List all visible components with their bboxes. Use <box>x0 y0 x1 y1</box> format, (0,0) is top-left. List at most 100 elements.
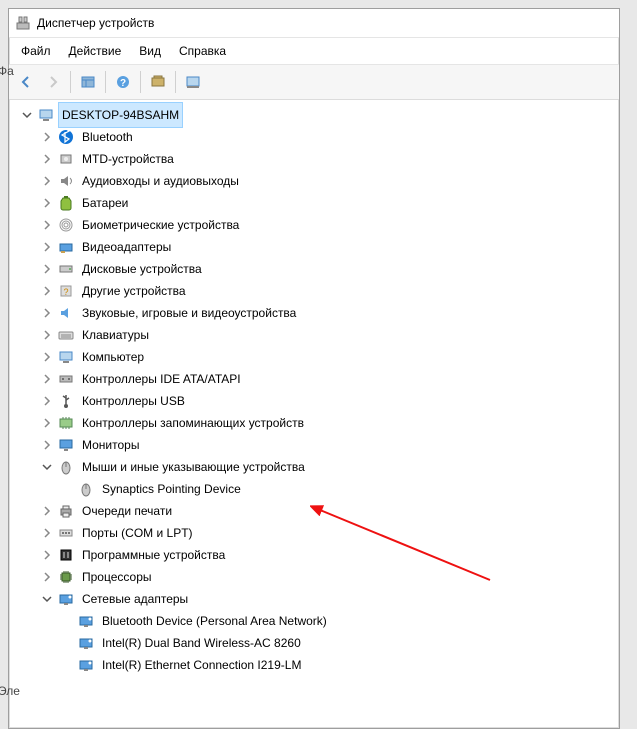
expand-toggle[interactable] <box>39 129 55 145</box>
expand-toggle[interactable] <box>39 547 55 563</box>
tree-node-label: Synaptics Pointing Device <box>99 477 244 501</box>
toolbar-separator <box>140 71 141 93</box>
tree-node-label: MTD-устройства <box>79 147 177 171</box>
tree-node-label: Дисковые устройства <box>79 257 205 281</box>
tree-node-label: Биометрические устройства <box>79 213 242 237</box>
tree-node[interactable]: Клавиатуры <box>19 324 619 346</box>
menu-file[interactable]: Файл <box>13 42 59 60</box>
expand-toggle[interactable] <box>39 349 55 365</box>
tree-node-label: Bluetooth <box>79 125 136 149</box>
device-tree[interactable]: DESKTOP-94BSAHMBluetoothMTD-устройстваАу… <box>9 100 619 728</box>
port-icon <box>57 524 75 542</box>
tree-node[interactable]: Дисковые устройства <box>19 258 619 280</box>
expand-toggle[interactable] <box>39 393 55 409</box>
tree-node-label: Сетевые адаптеры <box>79 587 191 611</box>
tree-node[interactable]: Мыши и иные указывающие устройства <box>19 456 619 478</box>
tree-node-label: Видеоадаптеры <box>79 235 174 259</box>
expand-toggle[interactable] <box>39 503 55 519</box>
battery-icon <box>57 194 75 212</box>
tree-node[interactable]: Батареи <box>19 192 619 214</box>
expand-toggle[interactable] <box>39 173 55 189</box>
tree-node-label: Bluetooth Device (Personal Area Network) <box>99 609 330 633</box>
menu-bar: Файл Действие Вид Справка <box>9 38 619 65</box>
expand-toggle[interactable] <box>39 459 55 475</box>
tree-node[interactable]: Intel(R) Ethernet Connection I219-LM <box>19 654 619 676</box>
tree-node[interactable]: Аудиовходы и аудиовыходы <box>19 170 619 192</box>
tree-node[interactable]: Bluetooth <box>19 126 619 148</box>
expand-toggle[interactable] <box>19 107 35 123</box>
expand-toggle[interactable] <box>39 261 55 277</box>
tree-node-label: Мыши и иные указывающие устройства <box>79 455 308 479</box>
tree-node[interactable]: Synaptics Pointing Device <box>19 478 619 500</box>
expand-toggle[interactable] <box>39 217 55 233</box>
computer-icon <box>37 106 55 124</box>
ide-icon <box>57 370 75 388</box>
expand-toggle[interactable] <box>39 525 55 541</box>
scan-hardware-button[interactable] <box>145 69 171 95</box>
tree-node-label: Звуковые, игровые и видеоустройства <box>79 301 299 325</box>
hdd-icon <box>57 260 75 278</box>
tree-node[interactable]: Контроллеры запоминающих устройств <box>19 412 619 434</box>
tree-node-label: Мониторы <box>79 433 142 457</box>
tree-node-label: Батареи <box>79 191 131 215</box>
usb-icon <box>57 392 75 410</box>
tool-bar: ? <box>9 65 619 100</box>
tree-node[interactable]: Мониторы <box>19 434 619 456</box>
tree-node[interactable]: Процессоры <box>19 566 619 588</box>
network-icon <box>77 656 95 674</box>
expand-toggle[interactable] <box>39 305 55 321</box>
svg-text:?: ? <box>120 78 126 89</box>
menu-action[interactable]: Действие <box>61 42 130 60</box>
expand-toggle[interactable] <box>39 591 55 607</box>
storage-ctrl-icon <box>57 414 75 432</box>
tree-node[interactable]: Контроллеры IDE ATA/ATAPI <box>19 368 619 390</box>
tree-node[interactable]: Контроллеры USB <box>19 390 619 412</box>
software-icon <box>57 546 75 564</box>
tree-node[interactable]: MTD-устройства <box>19 148 619 170</box>
tree-node[interactable]: Очереди печати <box>19 500 619 522</box>
menu-view[interactable]: Вид <box>131 42 169 60</box>
show-hidden-button[interactable] <box>75 69 101 95</box>
tree-node-label: Аудиовходы и аудиовыходы <box>79 169 242 193</box>
expand-toggle[interactable] <box>39 195 55 211</box>
tree-node[interactable]: Порты (COM и LPT) <box>19 522 619 544</box>
tree-node[interactable]: Программные устройства <box>19 544 619 566</box>
help-button[interactable]: ? <box>110 69 136 95</box>
back-button[interactable] <box>13 69 39 95</box>
bluetooth-icon <box>57 128 75 146</box>
tree-node-label: Intel(R) Dual Band Wireless-AC 8260 <box>99 631 304 655</box>
tree-node[interactable]: Компьютер <box>19 346 619 368</box>
expand-toggle[interactable] <box>39 569 55 585</box>
tree-node[interactable]: Звуковые, игровые и видеоустройства <box>19 302 619 324</box>
network-icon <box>77 612 95 630</box>
unknown-icon: ? <box>57 282 75 300</box>
forward-button[interactable] <box>40 69 66 95</box>
tree-node[interactable]: Bluetooth Device (Personal Area Network) <box>19 610 619 632</box>
tree-node-label: Клавиатуры <box>79 323 152 347</box>
expand-toggle[interactable] <box>39 437 55 453</box>
sound-icon <box>57 304 75 322</box>
network-icon <box>77 634 95 652</box>
expand-toggle[interactable] <box>39 151 55 167</box>
tree-node-label: Процессоры <box>79 565 155 589</box>
tree-node-label: Очереди печати <box>79 499 175 523</box>
keyboard-icon <box>57 326 75 344</box>
tree-node[interactable]: Биометрические устройства <box>19 214 619 236</box>
expand-toggle[interactable] <box>39 283 55 299</box>
printer-icon <box>57 502 75 520</box>
expand-toggle[interactable] <box>39 415 55 431</box>
tree-node[interactable]: Сетевые адаптеры <box>19 588 619 610</box>
cropped-text-2: Эле <box>0 684 20 698</box>
tree-node-label: Intel(R) Ethernet Connection I219-LM <box>99 653 304 677</box>
tree-node[interactable]: Видеоадаптеры <box>19 236 619 258</box>
expand-toggle[interactable] <box>39 371 55 387</box>
tree-node[interactable]: DESKTOP-94BSAHM <box>19 104 619 126</box>
tree-node[interactable]: ?Другие устройства <box>19 280 619 302</box>
display-card-icon <box>57 238 75 256</box>
tree-node-label: DESKTOP-94BSAHM <box>59 103 182 127</box>
tree-node[interactable]: Intel(R) Dual Band Wireless-AC 8260 <box>19 632 619 654</box>
menu-help[interactable]: Справка <box>171 42 234 60</box>
expand-toggle[interactable] <box>39 327 55 343</box>
properties-button[interactable] <box>180 69 206 95</box>
expand-toggle[interactable] <box>39 239 55 255</box>
